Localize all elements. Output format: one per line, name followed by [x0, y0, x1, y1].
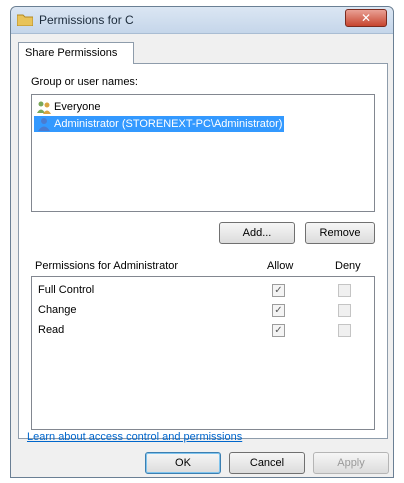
title-bar[interactable]: Permissions for C ✕ — [11, 7, 393, 34]
access-control-help-link[interactable]: Learn about access control and permissio… — [27, 431, 242, 443]
allow-checkbox-read[interactable]: ✓ — [272, 324, 285, 337]
permission-row-full-control: Full Control ✓ — [32, 281, 374, 301]
user-name: Administrator (STORENEXT-PC\Administrato… — [54, 118, 283, 130]
deny-header: Deny — [335, 260, 361, 272]
ok-button[interactable]: OK — [145, 452, 221, 474]
permission-row-change: Change ✓ — [32, 301, 374, 321]
group-icon — [37, 101, 51, 114]
list-item-everyone[interactable]: Everyone — [34, 99, 100, 115]
deny-checkbox-full-control[interactable] — [338, 284, 351, 297]
user-icon — [38, 118, 50, 131]
allow-checkbox-full-control[interactable]: ✓ — [272, 284, 285, 297]
folder-icon — [17, 14, 33, 26]
group-label: Group or user names: — [31, 76, 138, 88]
allow-checkbox-change[interactable]: ✓ — [272, 304, 285, 317]
add-button[interactable]: Add... — [219, 222, 295, 244]
close-icon: ✕ — [360, 11, 372, 25]
permission-row-read: Read ✓ — [32, 321, 374, 341]
permission-name: Full Control — [38, 284, 95, 296]
list-item-administrator[interactable]: Administrator (STORENEXT-PC\Administrato… — [34, 116, 284, 132]
permission-name: Change — [38, 304, 77, 316]
allow-header: Allow — [267, 260, 294, 272]
tab-share-permissions[interactable]: Share Permissions — [18, 42, 134, 64]
deny-checkbox-change[interactable] — [338, 304, 351, 317]
permission-name: Read — [38, 324, 65, 336]
permissions-label: Permissions for Administrator — [35, 260, 179, 272]
apply-button[interactable]: Apply — [313, 452, 389, 474]
remove-button[interactable]: Remove — [305, 222, 375, 244]
deny-checkbox-read[interactable] — [338, 324, 351, 337]
tab-panel: Group or user names: Everyone Administra… — [18, 63, 388, 439]
permissions-dialog: Permissions for C ✕ Share Permissions Gr… — [10, 6, 394, 478]
user-name: Everyone — [54, 101, 101, 113]
users-list[interactable]: Everyone Administrator (STORENEXT-PC\Adm… — [31, 94, 375, 212]
permissions-list: Full Control ✓ Change ✓ Read ✓ — [31, 276, 375, 430]
cancel-button[interactable]: Cancel — [229, 452, 305, 474]
close-button[interactable]: ✕ — [345, 9, 387, 27]
window-title: Permissions for C — [39, 13, 134, 27]
